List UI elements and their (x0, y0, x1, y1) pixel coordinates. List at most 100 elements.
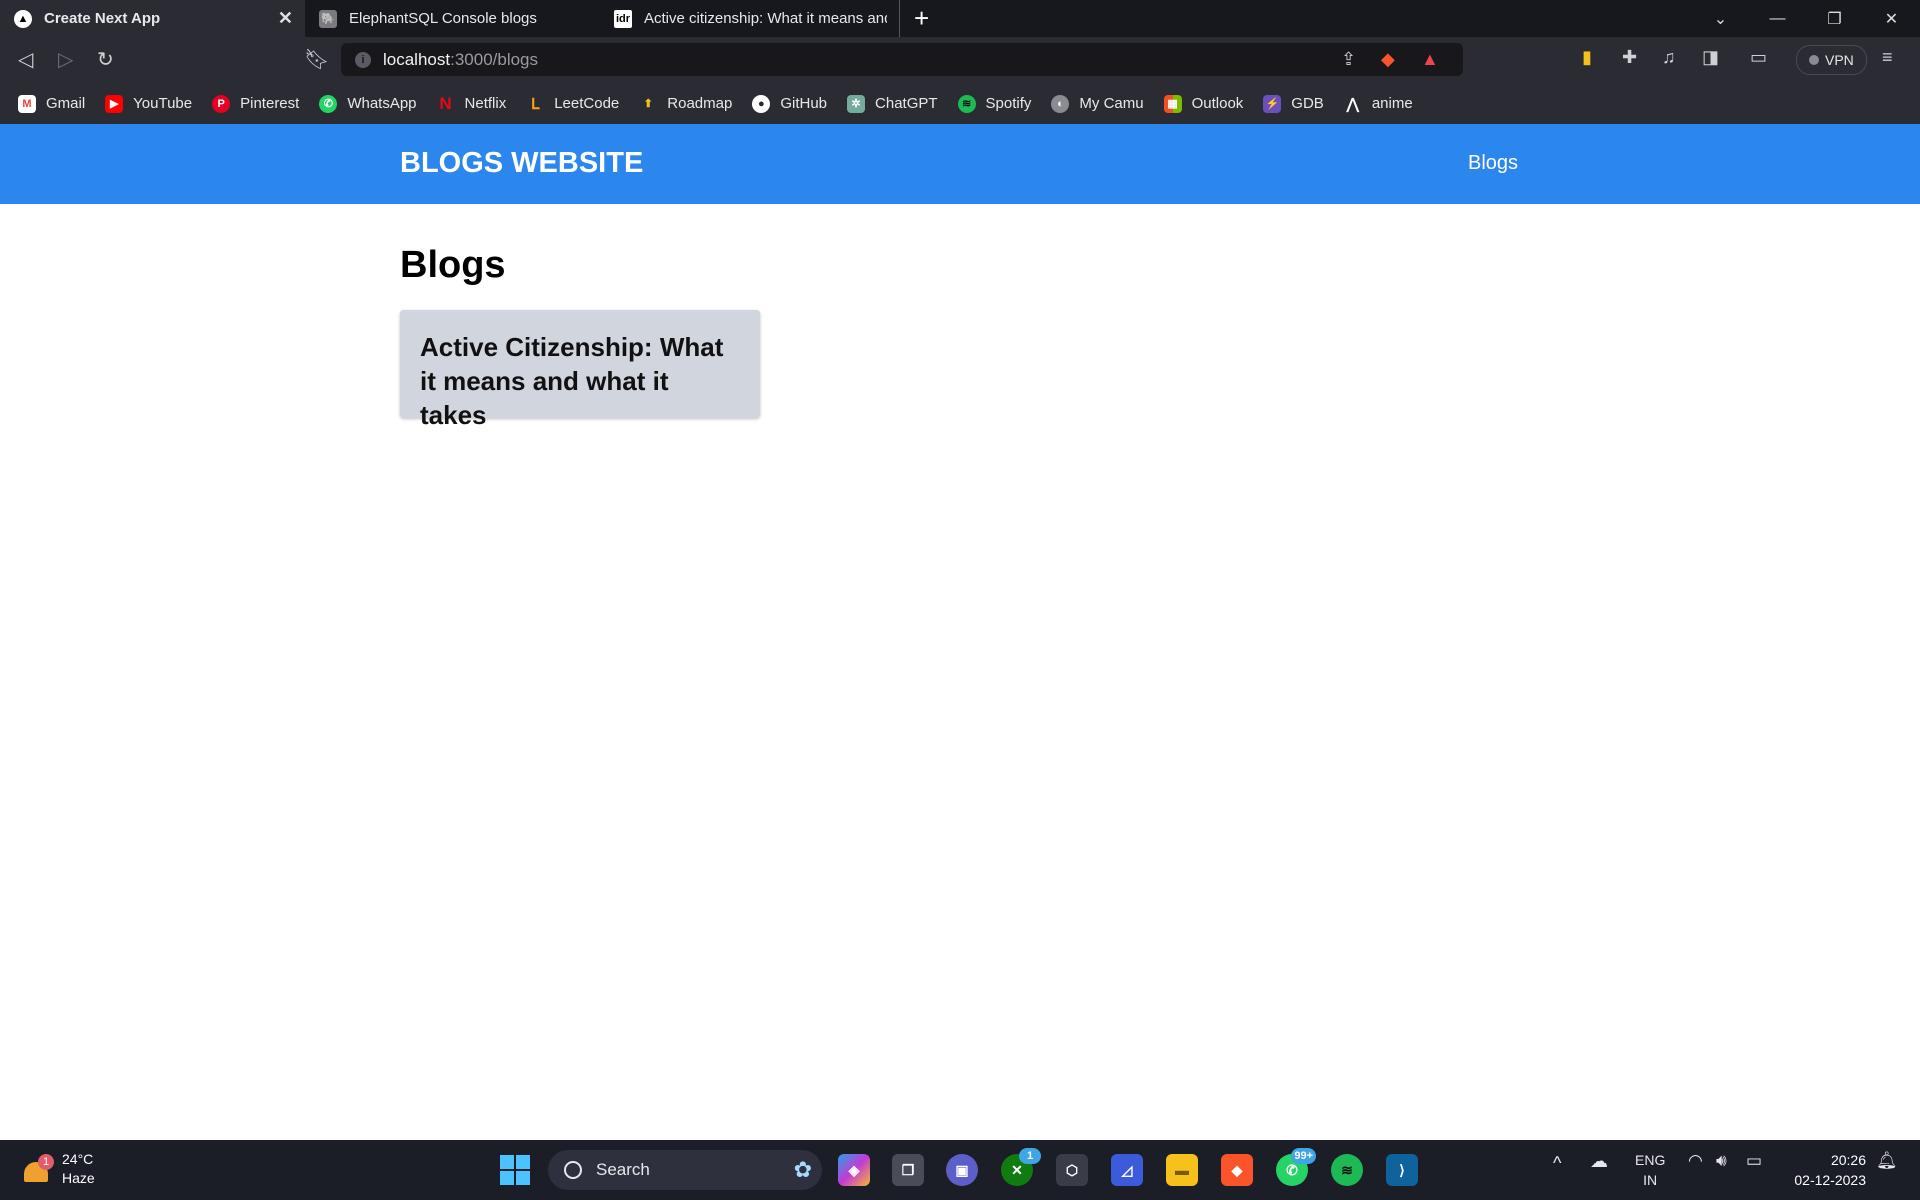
elephantsql-icon: 🐘 (319, 9, 337, 28)
teams-chat-icon[interactable]: ▣ (946, 1154, 978, 1186)
window-controls: ⌄ — ❐ ✕ (1692, 0, 1920, 37)
github-icon: ● (752, 94, 771, 113)
restore-button[interactable]: ❐ (1806, 0, 1863, 37)
taskbar-search[interactable]: Search ✿ (548, 1150, 822, 1190)
close-window-button[interactable]: ✕ (1863, 0, 1920, 37)
bookmark-spotify[interactable]: ≋ Spotify (957, 94, 1031, 113)
browser-tab-strip: ▲ Create Next App ✕ 🐘 ElephantSQL Consol… (0, 0, 1920, 37)
address-url: localhost:3000/blogs (383, 50, 539, 69)
bookmark-icon[interactable]: 🔖︎ (304, 47, 329, 72)
bookmark-leetcode[interactable]: ᒪ LeetCode (526, 95, 619, 113)
gmail-icon: M (18, 94, 36, 113)
site-brand[interactable]: BLOGS WEBSITE (400, 147, 643, 180)
bookmark-chatgpt[interactable]: ✲ ChatGPT (847, 94, 938, 113)
search-label: Search (596, 1160, 650, 1179)
unity-icon[interactable]: ⬡ (1056, 1154, 1088, 1186)
bookmark-gdb[interactable]: ⚡ GDB (1263, 94, 1324, 113)
brave-shields-icon[interactable]: ◆ (1381, 49, 1395, 70)
minimize-button[interactable]: — (1749, 0, 1806, 37)
tab-title: ElephantSQL Console blogs (349, 10, 537, 27)
show-hidden-icons-chevron[interactable]: ^ (1553, 1153, 1561, 1174)
site-navbar: BLOGS WEBSITE Blogs (0, 124, 1920, 204)
bookmark-anime[interactable]: ⋀ anime (1344, 95, 1413, 113)
task-view-icon[interactable]: ❐ (892, 1154, 924, 1186)
tab-title: Create Next App (44, 10, 161, 27)
copilot-icon[interactable]: ◈ (838, 1154, 870, 1186)
bookmark-youtube[interactable]: ▶ YouTube (105, 94, 192, 113)
xbox-badge: 1 (1019, 1148, 1041, 1164)
battery-icon[interactable]: ▭ (1746, 1151, 1762, 1171)
spotify-taskbar-icon[interactable]: ≋ (1331, 1154, 1363, 1186)
xbox-icon[interactable]: ✕ 1 (1001, 1148, 1041, 1186)
extensions-icon[interactable]: ✚ (1622, 47, 1637, 68)
blog-card[interactable]: Active Citizenship: What it means and wh… (400, 310, 760, 430)
bookmarks-bar: M Gmail ▶ YouTube P Pinterest ✆ WhatsApp N Ne… (0, 83, 1920, 124)
roadmap-icon: ⬆ (643, 98, 653, 110)
search-icon (564, 1161, 582, 1179)
whatsapp-icon: ✆ (319, 94, 338, 113)
pinterest-icon: P (212, 94, 231, 113)
site-info-icon[interactable]: i (355, 52, 371, 68)
tab-create-next-app[interactable]: ▲ Create Next App ✕ (0, 0, 305, 37)
bookmark-whatsapp[interactable]: ✆ WhatsApp (319, 94, 417, 113)
back-button[interactable]: ◁ (18, 47, 33, 72)
wallet-icon[interactable]: ▭ (1750, 47, 1767, 68)
wifi-icon[interactable]: ◠ (1688, 1151, 1703, 1171)
nextjs-icon: ▲ (14, 9, 32, 28)
tab-elephantsql[interactable]: 🐘 ElephantSQL Console blogs (305, 0, 600, 37)
address-bar[interactable]: i localhost:3000/blogs ⇪ ◆ ▲ (341, 43, 1463, 76)
system-clock[interactable]: 20:26 02-12-2023 (1780, 1150, 1866, 1190)
notification-bell-icon[interactable]: 🔔︎ (1876, 1151, 1898, 1171)
spotify-icon: ≋ (957, 94, 976, 113)
outlook-icon: ▦ (1163, 94, 1182, 113)
wallet-extension-icon[interactable]: ▮ (1582, 47, 1592, 68)
tab-title: Active citizenship: What it means and wh… (644, 10, 887, 27)
bookmark-gmail[interactable]: M Gmail (18, 94, 85, 113)
close-tab-icon[interactable]: ✕ (278, 8, 293, 29)
bookmark-outlook[interactable]: ▦ Outlook (1163, 94, 1243, 113)
nav-link-blogs[interactable]: Blogs (1468, 152, 1518, 175)
windows-start-icon[interactable] (500, 1155, 530, 1185)
weather-temp: 24°C (62, 1151, 94, 1167)
anime-icon: ⋀ (1346, 95, 1359, 113)
volume-icon[interactable]: 🔊︎ (1716, 1151, 1727, 1171)
reload-button[interactable]: ↻ (97, 47, 114, 72)
weather-icon: 1 (22, 1154, 54, 1184)
brave-rewards-icon[interactable]: ▲ (1421, 49, 1439, 70)
clock-date: 02-12-2023 (1794, 1172, 1866, 1188)
weather-widget[interactable]: 1 24°C Haze (22, 1150, 95, 1188)
bookmark-my-camu[interactable]: ◐ My Camu (1051, 94, 1144, 113)
page-title: Blogs (400, 244, 506, 286)
brave-browser-icon[interactable]: ◆ (1221, 1154, 1253, 1186)
gdb-icon: ⚡ (1263, 94, 1282, 113)
bookmark-github[interactable]: ● GitHub (752, 94, 827, 113)
bookmark-roadmap[interactable]: ⬆ Roadmap (639, 95, 733, 113)
tab-active-citizenship[interactable]: idr Active citizenship: What it means an… (600, 0, 900, 37)
share-icon[interactable]: ⇪ (1341, 49, 1356, 70)
menu-icon[interactable]: ≡ (1882, 47, 1893, 68)
mathpix-icon[interactable]: ◿ (1111, 1154, 1143, 1186)
onedrive-icon[interactable]: ☁ (1590, 1151, 1608, 1172)
bookmark-netflix[interactable]: N Netflix (437, 93, 506, 113)
language-indicator[interactable]: ENG IN (1635, 1150, 1665, 1190)
sidebar-icon[interactable]: ◨ (1702, 47, 1719, 68)
weather-condition: Haze (62, 1170, 95, 1186)
tab-search-chevron-icon[interactable]: ⌄ (1692, 0, 1749, 37)
new-tab-button[interactable]: + (900, 0, 943, 37)
weather-badge: 1 (38, 1154, 54, 1170)
media-icon[interactable]: ♫ (1662, 47, 1676, 68)
whatsapp-badge: 99+ (1291, 1148, 1316, 1164)
netflix-icon: N (439, 93, 452, 113)
file-explorer-icon[interactable]: ▬ (1166, 1154, 1198, 1186)
bookmark-pinterest[interactable]: P Pinterest (212, 94, 299, 113)
vpn-status-icon (1809, 55, 1819, 65)
idr-icon: idr (614, 9, 632, 28)
forward-button[interactable]: ▷ (58, 47, 73, 72)
vpn-button[interactable]: VPN (1796, 45, 1867, 75)
camu-icon: ◐ (1051, 94, 1070, 113)
blog-card-title[interactable]: Active Citizenship: What it means and wh… (420, 330, 740, 432)
search-highlight-icon: ✿ (793, 1157, 812, 1182)
windows-taskbar: 1 24°C Haze Search ✿ ◈ ❐ ▣ ✕ 1 ⬡ ◿ ▬ ◆ ✆ 9… (0, 1140, 1920, 1200)
vscode-icon[interactable]: ⟩ (1386, 1154, 1418, 1186)
whatsapp-taskbar-icon[interactable]: ✆ 99+ (1276, 1148, 1316, 1186)
